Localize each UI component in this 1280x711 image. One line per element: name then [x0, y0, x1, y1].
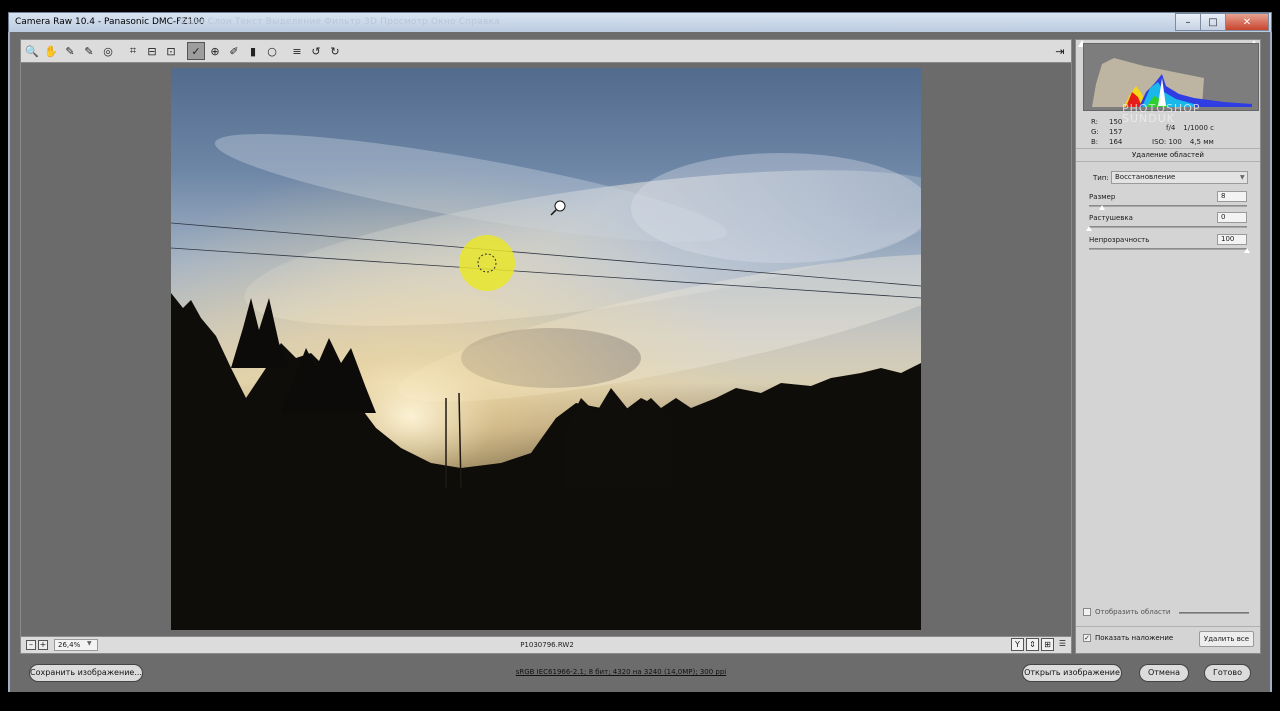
- window-controls: – □ ✕: [1175, 13, 1269, 31]
- view-buttons: Y ⇕ ⊞ ☰: [1011, 638, 1069, 651]
- slider-thumb[interactable]: [1244, 248, 1250, 253]
- histogram-graph: [1084, 44, 1258, 110]
- show-overlay-toggle[interactable]: ✓ Показать наложение: [1083, 634, 1173, 642]
- spot-marker[interactable]: [459, 235, 515, 291]
- radial-filter-tool-icon[interactable]: ○: [263, 42, 281, 60]
- slider-thumb[interactable]: [1098, 205, 1105, 210]
- visualize-threshold-slider[interactable]: [1179, 612, 1249, 614]
- camera-info: f/4 1/1000 с ISO: 100 4,5 мм: [1152, 124, 1214, 146]
- type-select[interactable]: Восстановление: [1111, 171, 1248, 184]
- rgb-readout: R: 150 G: 157 B: 164: [1091, 118, 1123, 146]
- clear-all-button[interactable]: Удалить все: [1199, 631, 1254, 647]
- close-button[interactable]: ✕: [1225, 13, 1269, 31]
- show-overlay-label: Показать наложение: [1095, 634, 1174, 642]
- rotate-right-tool-icon[interactable]: ↻: [326, 42, 344, 60]
- background-menu-ghost: Файл Слои Текст Выделение Фильтр 3D Прос…: [179, 17, 500, 27]
- zoom-cursor-icon: [554, 200, 566, 212]
- cancel-button[interactable]: Отмена: [1139, 664, 1189, 682]
- color-sampler-tool-icon[interactable]: ✎: [80, 42, 98, 60]
- histogram: [1083, 43, 1259, 111]
- rotate-left-tool-icon[interactable]: ↺: [307, 42, 325, 60]
- open-image-button[interactable]: Открыть изображение: [1022, 664, 1122, 682]
- slider-value-field[interactable]: 100: [1217, 234, 1247, 245]
- white-balance-tool-icon[interactable]: ✎: [61, 42, 79, 60]
- preview-preferences-button[interactable]: ☰: [1056, 638, 1069, 651]
- maximize-button[interactable]: □: [1200, 13, 1226, 31]
- minimize-button[interactable]: –: [1175, 13, 1201, 31]
- slider-track[interactable]: [1089, 226, 1247, 228]
- crop-tool-icon[interactable]: ⌗: [124, 42, 142, 60]
- targeted-adjustment-tool-icon[interactable]: ◎: [99, 42, 117, 60]
- spot-removal-tool-icon[interactable]: ✓: [187, 42, 205, 60]
- before-after-toggle-button[interactable]: Y: [1011, 638, 1024, 651]
- zoom-tool-icon[interactable]: 🔍: [23, 42, 41, 60]
- type-label: Тип:: [1093, 174, 1109, 182]
- swap-settings-button[interactable]: ⇕: [1026, 638, 1039, 651]
- preferences-tool-icon[interactable]: ≡: [288, 42, 306, 60]
- slider-thumb[interactable]: [1086, 226, 1092, 231]
- section-title: Удаление областей: [1076, 148, 1260, 162]
- visualize-spots-checkbox[interactable]: [1083, 608, 1091, 616]
- title-bar: Camera Raw 10.4 - Panasonic DMC-FZ100 Фа…: [8, 12, 1272, 32]
- transform-tool-icon[interactable]: ⊡: [162, 42, 180, 60]
- straighten-tool-icon[interactable]: ⊟: [143, 42, 161, 60]
- file-name: P1030796.RW2: [520, 641, 574, 649]
- slider-track[interactable]: [1089, 205, 1247, 207]
- divider: [1076, 626, 1260, 627]
- tool-group: 🔍 ✋ ✎ ✎ ◎ ⌗ ⊟ ⊡ ✓ ⊕ ✐ ▮ ○ ≡ ↺ ↻: [23, 42, 344, 60]
- photo-scene: [171, 68, 921, 630]
- chevron-down-icon[interactable]: ▼: [1240, 174, 1245, 181]
- window-title: Camera Raw 10.4 - Panasonic DMC-FZ100: [15, 17, 205, 27]
- red-eye-tool-icon[interactable]: ⊕: [206, 42, 224, 60]
- show-overlay-checkbox[interactable]: ✓: [1083, 634, 1091, 642]
- status-bar: – + 26,4% ▼ P1030796.RW2 Y ⇕ ⊞ ☰: [20, 636, 1072, 654]
- slider-track[interactable]: [1089, 248, 1247, 250]
- slider-value-field[interactable]: 8: [1217, 191, 1247, 202]
- slider-label: Размер: [1089, 193, 1116, 201]
- hand-tool-icon[interactable]: ✋: [42, 42, 60, 60]
- photo-preview[interactable]: [171, 68, 921, 630]
- tool-bar: 🔍 ✋ ✎ ✎ ◎ ⌗ ⊟ ⊡ ✓ ⊕ ✐ ▮ ○ ≡ ↺ ↻ ⇥: [20, 39, 1072, 63]
- graduated-filter-tool-icon[interactable]: ▮: [244, 42, 262, 60]
- adjustment-brush-tool-icon[interactable]: ✐: [225, 42, 243, 60]
- done-button[interactable]: Готово: [1204, 664, 1251, 682]
- slider-label: Непрозрачность: [1089, 236, 1150, 244]
- slider-label: Растушевка: [1089, 214, 1133, 222]
- copy-settings-button[interactable]: ⊞: [1041, 638, 1054, 651]
- fullscreen-toggle-icon[interactable]: ⇥: [1051, 42, 1069, 60]
- visualize-spots-label: Отобразить области: [1095, 608, 1171, 616]
- bush-silhouette: [566, 388, 671, 488]
- slider-value-field[interactable]: 0: [1217, 212, 1247, 223]
- visualize-spots-toggle[interactable]: Отобразить области: [1083, 608, 1170, 616]
